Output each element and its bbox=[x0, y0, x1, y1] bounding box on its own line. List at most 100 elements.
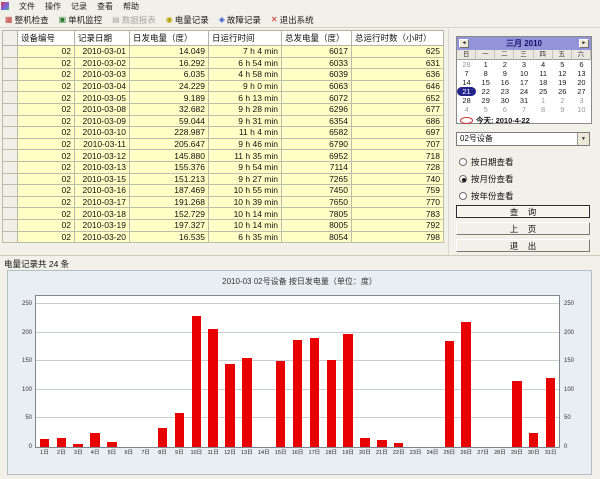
calendar-day[interactable]: 8 bbox=[534, 105, 553, 114]
calendar-day[interactable]: 1 bbox=[476, 60, 495, 69]
bar-slot bbox=[306, 296, 323, 447]
exit-button[interactable]: 退 出 bbox=[456, 239, 590, 252]
calendar-day[interactable]: 1 bbox=[534, 96, 553, 105]
calendar-day[interactable]: 21 bbox=[457, 87, 476, 96]
calendar-day[interactable]: 30 bbox=[495, 96, 514, 105]
calendar-day[interactable]: 17 bbox=[514, 78, 533, 87]
calendar-day[interactable]: 16 bbox=[495, 78, 514, 87]
table-row[interactable]: 022010-03-0114.0497 h 4 min6017625 bbox=[3, 46, 444, 58]
calendar-day[interactable]: 27 bbox=[572, 87, 591, 96]
toolbar-button[interactable]: ◈故障记录 bbox=[216, 13, 264, 27]
calendar-day[interactable]: 19 bbox=[553, 78, 572, 87]
chart-bar bbox=[158, 428, 167, 447]
menu-item[interactable]: 操作 bbox=[40, 1, 66, 12]
calendar-day[interactable]: 12 bbox=[553, 69, 572, 78]
table-cell: 759 bbox=[352, 185, 444, 197]
toolbar-button[interactable]: ◉电量记录 bbox=[163, 13, 212, 27]
device-select-value: 02号设备 bbox=[460, 134, 493, 143]
chart-bar bbox=[461, 322, 470, 447]
calendar-day[interactable]: 29 bbox=[476, 96, 495, 105]
calendar-day[interactable]: 8 bbox=[476, 69, 495, 78]
table-row[interactable]: 022010-03-16187.46910 h 55 min7450759 bbox=[3, 185, 444, 197]
y-axis-tick-label: 250 bbox=[564, 301, 574, 307]
calendar-day[interactable]: 18 bbox=[534, 78, 553, 87]
calendar-next-button[interactable]: ► bbox=[579, 39, 589, 48]
calendar-day[interactable]: 31 bbox=[514, 96, 533, 105]
calendar-day[interactable]: 6 bbox=[572, 60, 591, 69]
calendar-day[interactable]: 15 bbox=[476, 78, 495, 87]
calendar-day[interactable]: 6 bbox=[495, 105, 514, 114]
radio-view-option[interactable]: 按月份查看 bbox=[459, 170, 514, 187]
calendar-day[interactable]: 9 bbox=[553, 105, 572, 114]
calendar-day[interactable]: 7 bbox=[514, 105, 533, 114]
calendar-day[interactable]: 4 bbox=[534, 60, 553, 69]
prev-page-button[interactable]: 上 页 bbox=[456, 222, 590, 235]
calendar-day[interactable]: 28 bbox=[457, 60, 476, 69]
table-row[interactable]: 022010-03-18152.72910 h 14 min7805783 bbox=[3, 208, 444, 220]
table-row[interactable]: 022010-03-2016.5356 h 35 min8054798 bbox=[3, 231, 444, 243]
calendar-prev-button[interactable]: ◄ bbox=[459, 39, 469, 48]
table-row[interactable]: 022010-03-19197.32710 h 14 min8005792 bbox=[3, 219, 444, 231]
column-header[interactable]: 总发电量（度） bbox=[282, 31, 352, 46]
column-header[interactable]: 总运行时数（小时） bbox=[352, 31, 444, 46]
toolbar-button[interactable]: ▦整机检查 bbox=[2, 13, 52, 27]
table-row[interactable]: 022010-03-10228.98711 h 4 min6582697 bbox=[3, 127, 444, 139]
table-row[interactable]: 022010-03-0959.0449 h 31 min6354686 bbox=[3, 115, 444, 127]
calendar-day[interactable]: 2 bbox=[553, 96, 572, 105]
device-select[interactable]: 02号设备 ▼ bbox=[456, 132, 590, 146]
column-header[interactable]: 日发电量（度） bbox=[130, 31, 209, 46]
radio-view-option[interactable]: 按日期查看 bbox=[459, 153, 514, 170]
calendar-day[interactable]: 10 bbox=[572, 105, 591, 114]
exit-icon: ✕ bbox=[271, 16, 278, 24]
table-cell: 9 h 54 min bbox=[209, 161, 282, 173]
calendar-day[interactable]: 14 bbox=[457, 78, 476, 87]
toolbar-button[interactable]: ▣单机监控 bbox=[56, 13, 106, 27]
calendar-day[interactable]: 26 bbox=[553, 87, 572, 96]
menu-item[interactable]: 查看 bbox=[92, 1, 118, 12]
calendar-day[interactable]: 11 bbox=[534, 69, 553, 78]
calendar-day[interactable]: 10 bbox=[514, 69, 533, 78]
calendar-day[interactable]: 25 bbox=[534, 87, 553, 96]
x-axis-tick-label: 9日 bbox=[175, 448, 184, 456]
calendar-day[interactable]: 20 bbox=[572, 78, 591, 87]
table-row[interactable]: 022010-03-036.0354 h 58 min6039636 bbox=[3, 69, 444, 81]
column-header[interactable]: 记录日期 bbox=[75, 31, 130, 46]
column-header[interactable]: 日运行时间 bbox=[209, 31, 282, 46]
table-row[interactable]: 022010-03-15151.2139 h 27 min7265740 bbox=[3, 173, 444, 185]
table-row[interactable]: 022010-03-11205.6479 h 46 min6790707 bbox=[3, 138, 444, 150]
table-row[interactable]: 022010-03-0832.6829 h 28 min6296677 bbox=[3, 103, 444, 115]
calendar-day[interactable]: 3 bbox=[572, 96, 591, 105]
calendar-day[interactable]: 5 bbox=[476, 105, 495, 114]
radio-view-option[interactable]: 按年份查看 bbox=[459, 187, 514, 204]
table-row[interactable]: 022010-03-0424.2299 h 0 min6063646 bbox=[3, 80, 444, 92]
table-row[interactable]: 022010-03-059.1896 h 13 min6072652 bbox=[3, 92, 444, 104]
calendar-day[interactable]: 4 bbox=[457, 105, 476, 114]
query-button[interactable]: 查 询 bbox=[456, 205, 590, 218]
table-row[interactable]: 022010-03-12145.88011 h 35 min6952718 bbox=[3, 150, 444, 162]
calendar-day[interactable]: 7 bbox=[457, 69, 476, 78]
chevron-down-icon[interactable]: ▼ bbox=[577, 133, 589, 145]
calendar-day[interactable]: 24 bbox=[514, 87, 533, 96]
calendar-day[interactable]: 5 bbox=[553, 60, 572, 69]
toolbar-button[interactable]: ✕退出系统 bbox=[268, 13, 317, 27]
table-cell: 9 h 0 min bbox=[209, 80, 282, 92]
table-row[interactable]: 022010-03-17191.26810 h 39 min7650770 bbox=[3, 196, 444, 208]
menu-item[interactable]: 帮助 bbox=[118, 1, 144, 12]
calendar-day[interactable]: 9 bbox=[495, 69, 514, 78]
table-cell: 6 h 13 min bbox=[209, 92, 282, 104]
selector-header[interactable] bbox=[3, 31, 18, 46]
calendar-day[interactable]: 3 bbox=[514, 60, 533, 69]
table-row[interactable]: 022010-03-13155.3769 h 54 min7114728 bbox=[3, 161, 444, 173]
calendar-day[interactable]: 28 bbox=[457, 96, 476, 105]
chart-bar bbox=[73, 444, 82, 447]
calendar-day[interactable]: 23 bbox=[495, 87, 514, 96]
calendar-dow-label: 一 bbox=[476, 50, 495, 60]
menu-item[interactable]: 记录 bbox=[66, 1, 92, 12]
calendar-day[interactable]: 2 bbox=[495, 60, 514, 69]
x-axis-tick-label: 14日 bbox=[258, 448, 270, 456]
table-row[interactable]: 022010-03-0216.2926 h 54 min6033631 bbox=[3, 57, 444, 69]
calendar-day[interactable]: 13 bbox=[572, 69, 591, 78]
column-header[interactable]: 设备编号 bbox=[18, 31, 75, 46]
calendar-day[interactable]: 22 bbox=[476, 87, 495, 96]
menu-item[interactable]: 文件 bbox=[14, 1, 40, 12]
